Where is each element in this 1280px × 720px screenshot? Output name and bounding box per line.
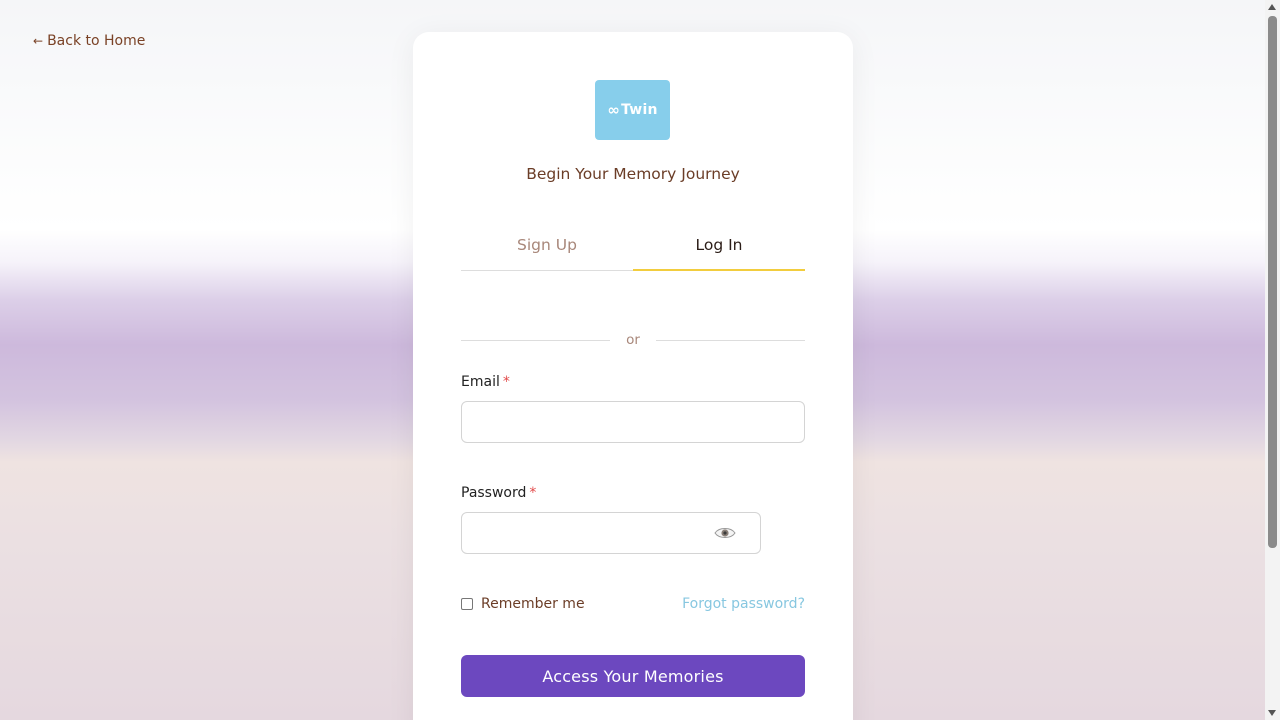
remember-me-label: Remember me xyxy=(481,596,585,612)
back-to-home-label: Back to Home xyxy=(47,33,146,49)
scroll-thumb[interactable] xyxy=(1268,16,1277,548)
back-to-home-link[interactable]: ← Back to Home xyxy=(33,33,145,49)
page-scrollbar[interactable] xyxy=(1265,0,1280,720)
eye-icon[interactable] xyxy=(714,524,736,542)
scroll-down-icon[interactable] xyxy=(1268,710,1276,716)
auth-card: ∞ Twin Begin Your Memory Journey Sign Up… xyxy=(413,32,853,720)
twin-logo: ∞ Twin xyxy=(595,80,670,140)
or-divider: or xyxy=(461,330,805,350)
auth-tabs: Sign Up Log In xyxy=(461,230,805,271)
or-text: or xyxy=(626,332,640,348)
password-label-text: Password xyxy=(461,485,527,501)
email-required-marker: * xyxy=(502,374,510,390)
submit-button[interactable]: Access Your Memories xyxy=(461,655,805,697)
logo-text: Twin xyxy=(621,102,658,118)
tab-log-in[interactable]: Log In xyxy=(633,230,805,271)
page-subtitle: Begin Your Memory Journey xyxy=(526,165,740,183)
email-field[interactable] xyxy=(461,401,805,443)
infinity-icon: ∞ xyxy=(607,101,621,119)
scroll-up-icon[interactable] xyxy=(1268,4,1276,10)
remember-me[interactable]: Remember me xyxy=(461,596,585,612)
password-label: Password * xyxy=(461,485,536,501)
remember-me-checkbox[interactable] xyxy=(461,598,473,610)
email-label: Email * xyxy=(461,374,510,390)
back-arrow-icon: ← xyxy=(33,34,44,48)
tab-sign-up[interactable]: Sign Up xyxy=(461,230,633,270)
divider-line-right xyxy=(655,339,805,341)
forgot-password-link[interactable]: Forgot password? xyxy=(682,596,805,612)
password-field[interactable] xyxy=(461,512,761,554)
password-required-marker: * xyxy=(529,485,537,501)
divider-line-left xyxy=(461,339,611,341)
email-label-text: Email xyxy=(461,374,500,390)
